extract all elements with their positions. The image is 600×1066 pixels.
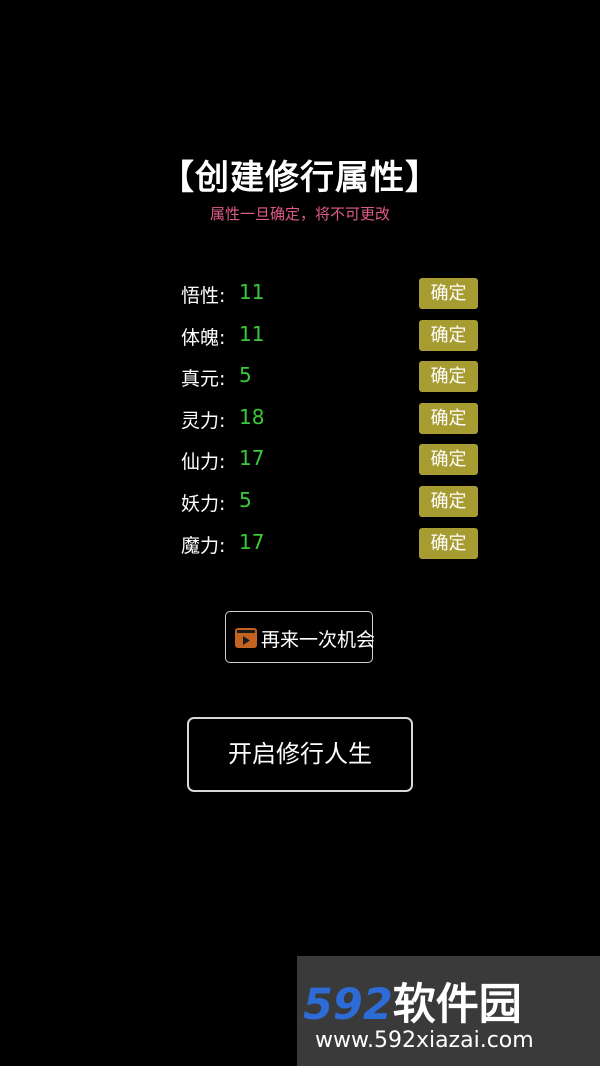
attribute-value: 11 bbox=[239, 322, 265, 346]
attribute-row-lingli: 灵力: 18 确定 bbox=[181, 403, 479, 435]
attribute-label: 妖力: bbox=[181, 493, 226, 515]
confirm-button[interactable]: 确定 bbox=[419, 528, 478, 559]
page-title: 【创建修行属性】 bbox=[160, 158, 440, 198]
start-cultivation-button[interactable]: 开启修行人生 bbox=[187, 717, 413, 792]
attribute-label: 真元: bbox=[181, 368, 226, 390]
attribute-row-moli: 魔力: 17 确定 bbox=[181, 528, 479, 560]
confirm-button[interactable]: 确定 bbox=[419, 444, 478, 475]
attribute-label: 魔力: bbox=[181, 535, 226, 557]
retry-chance-button[interactable]: 再来一次机会 bbox=[225, 611, 376, 663]
watermark-logo-text: 软件园 bbox=[392, 980, 522, 1030]
attribute-value: 11 bbox=[239, 280, 265, 304]
confirm-button[interactable]: 确定 bbox=[419, 278, 478, 309]
attribute-value: 17 bbox=[239, 530, 265, 554]
confirm-button[interactable]: 确定 bbox=[419, 403, 478, 434]
attribute-row-yaoli: 妖力: 5 确定 bbox=[181, 486, 479, 518]
confirm-button[interactable]: 确定 bbox=[419, 320, 478, 351]
video-play-icon bbox=[235, 628, 257, 648]
attribute-value: 5 bbox=[239, 363, 252, 387]
watermark-logo: 592软件园 bbox=[303, 970, 522, 1032]
attribute-label: 仙力: bbox=[181, 451, 226, 473]
attribute-value: 5 bbox=[239, 488, 252, 512]
retry-chance-label: 再来一次机会 bbox=[261, 629, 376, 651]
attribute-row-zhenyuan: 真元: 5 确定 bbox=[181, 361, 479, 393]
attribute-label: 悟性: bbox=[181, 285, 226, 307]
page-subtitle: 属性一旦确定，将不可更改 bbox=[209, 205, 390, 223]
confirm-button[interactable]: 确定 bbox=[419, 486, 478, 517]
attribute-label: 体魄: bbox=[181, 327, 226, 349]
attribute-label: 灵力: bbox=[181, 410, 226, 432]
watermark-logo-number: 592 bbox=[303, 980, 393, 1030]
confirm-button[interactable]: 确定 bbox=[419, 361, 478, 392]
attribute-value: 18 bbox=[239, 405, 265, 429]
watermark: 592软件园 www.592xiazai.com bbox=[297, 956, 600, 1066]
attribute-row-xianli: 仙力: 17 确定 bbox=[181, 444, 479, 476]
attribute-value: 17 bbox=[239, 446, 265, 470]
attribute-row-wuxing: 悟性: 11 确定 bbox=[181, 278, 479, 310]
attribute-row-tipo: 体魄: 11 确定 bbox=[181, 320, 479, 352]
watermark-url: www.592xiazai.com bbox=[315, 1028, 534, 1053]
